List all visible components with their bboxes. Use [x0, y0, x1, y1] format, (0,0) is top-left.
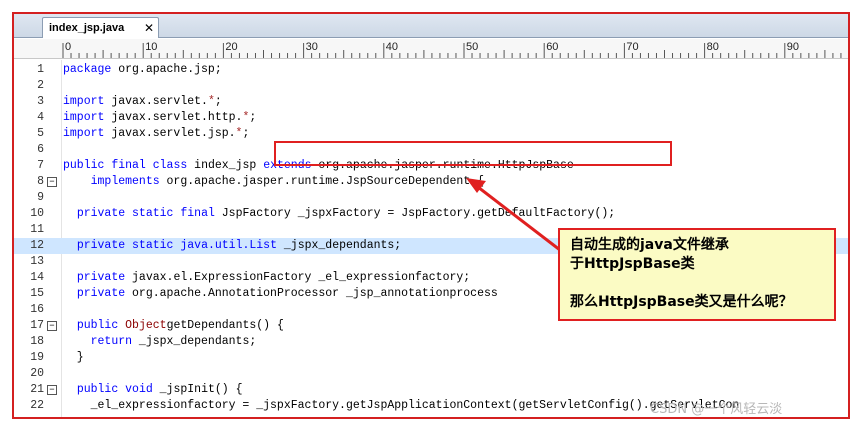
tab-bar: index_jsp.java ✕: [14, 14, 848, 38]
tab-label: index_jsp.java: [49, 22, 125, 34]
code-line[interactable]: 21− public void _jspInit() {: [14, 382, 848, 398]
annotation-callout: 自动生成的java文件继承 于HttpJspBase类 那么HttpJspBas…: [558, 228, 836, 321]
code-text: private static final JspFactory _jspxFac…: [76, 207, 616, 220]
line-number: 1: [37, 63, 44, 76]
code-line[interactable]: 19 }: [14, 350, 848, 366]
code-line[interactable]: 10 private static final JspFactory _jspx…: [14, 206, 848, 222]
code-text: public ObjectgetDependants() {: [76, 319, 284, 332]
line-number: 2: [37, 79, 44, 92]
extends-highlight-box: [274, 141, 672, 166]
fold-toggle-icon[interactable]: −: [47, 177, 57, 187]
code-text: import javax.servlet.http.*;: [63, 111, 257, 124]
tab-index-jsp-java[interactable]: index_jsp.java ✕: [42, 17, 159, 38]
line-number: 17: [30, 319, 44, 332]
code-text: import javax.servlet.*;: [63, 95, 222, 108]
code-line[interactable]: 3 import javax.servlet.*;: [14, 94, 848, 110]
line-number: 15: [30, 287, 44, 300]
code-line[interactable]: 20: [14, 366, 848, 382]
code-text: _el_expressionfactory = _jspxFactory.get…: [63, 399, 740, 412]
line-number: 14: [30, 271, 44, 284]
code-line[interactable]: 8− implements org.apache.jasper.runtime.…: [14, 174, 848, 190]
code-text: package org.apache.jsp;: [63, 63, 222, 76]
line-number: 11: [30, 223, 44, 236]
code-line[interactable]: 4 import javax.servlet.http.*;: [14, 110, 848, 126]
ruler-label: 10: [145, 41, 157, 53]
code-line[interactable]: 9: [14, 190, 848, 206]
editor-window: index_jsp.java ✕ 0 10 20 30 40 50 60 70 80 90 1 pa…: [12, 12, 850, 419]
code-text: implements org.apache.jasper.runtime.Jsp…: [90, 175, 484, 188]
ruler-label: 0: [65, 41, 71, 53]
fold-toggle-icon[interactable]: −: [47, 321, 57, 331]
line-number: 21: [30, 383, 44, 396]
code-line[interactable]: 5 import javax.servlet.jsp.*;: [14, 126, 848, 142]
code-line[interactable]: 18 return _jspx_dependants;: [14, 334, 848, 350]
line-number: 8: [37, 175, 44, 188]
line-number: 16: [30, 303, 44, 316]
ruler-label: 60: [546, 41, 558, 53]
line-number: 10: [30, 207, 44, 220]
code-text: import javax.servlet.jsp.*;: [63, 127, 250, 140]
line-number: 5: [37, 127, 44, 140]
fold-toggle-icon[interactable]: −: [47, 385, 57, 395]
line-number: 3: [37, 95, 44, 108]
ruler-label: 40: [386, 41, 398, 53]
ruler-ticks: 0 10 20 30 40 50 60 70 80 90: [62, 41, 842, 58]
line-number: 13: [30, 255, 44, 268]
ruler-label: 30: [306, 41, 318, 53]
ruler-label: 90: [787, 41, 799, 53]
line-number: 7: [37, 159, 44, 172]
code-text: private org.apache.AnnotationProcessor _…: [76, 287, 498, 300]
code-text: return _jspx_dependants;: [90, 335, 257, 348]
code-text: public void _jspInit() {: [76, 383, 243, 396]
line-number: 6: [37, 143, 44, 156]
code-text: private static java.util.List _jspx_depe…: [76, 239, 402, 252]
watermark: CSDN @一个风轻云淡: [650, 402, 783, 417]
line-number: 9: [37, 191, 44, 204]
line-number: 20: [30, 367, 44, 380]
column-ruler: 0 10 20 30 40 50 60 70 80 90: [14, 39, 848, 59]
line-number: 4: [37, 111, 44, 124]
callout-line-2: 于HttpJspBase类: [570, 256, 695, 272]
code-text: }: [63, 351, 84, 364]
code-line[interactable]: 1 package org.apache.jsp;: [14, 62, 848, 78]
code-line[interactable]: 2: [14, 78, 848, 94]
line-number: 12: [30, 239, 44, 252]
ruler-label: 50: [466, 41, 478, 53]
code-text: private javax.el.ExpressionFactory _el_e…: [76, 271, 471, 284]
line-number: 18: [30, 335, 44, 348]
callout-line-3: 那么HttpJspBase类又是什么呢？: [570, 294, 793, 310]
line-number: 19: [30, 351, 44, 364]
ruler-label: 70: [626, 41, 638, 53]
ruler-label: 80: [707, 41, 719, 53]
line-number: 22: [30, 399, 44, 412]
close-icon[interactable]: ✕: [144, 21, 154, 35]
callout-line-1: 自动生成的java文件继承: [570, 237, 729, 253]
ruler-label: 20: [225, 41, 237, 53]
